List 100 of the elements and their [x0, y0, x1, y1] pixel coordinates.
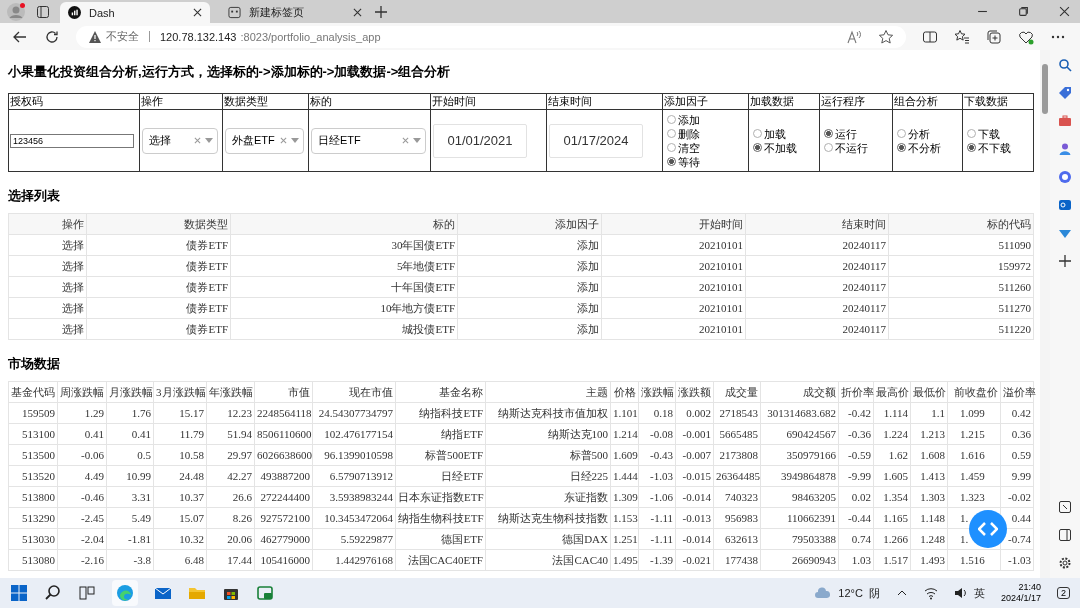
radio-button[interactable] [667, 143, 676, 152]
debug-button[interactable] [969, 510, 1007, 548]
clear-icon[interactable] [402, 137, 409, 144]
speaker-icon[interactable] [953, 586, 968, 600]
weather-condition[interactable]: 阴 [868, 585, 880, 601]
wifi-icon[interactable] [923, 586, 938, 600]
settings-icon[interactable] [1058, 556, 1072, 570]
clock-date[interactable]: 2024/1/17 [1000, 593, 1041, 604]
search-icon[interactable] [1058, 58, 1072, 72]
input-method-indicator[interactable]: 英 [973, 585, 985, 601]
radio-button[interactable] [967, 129, 976, 138]
column-header: 成交额 [760, 381, 839, 403]
browser-tab[interactable]: 新建标签页 [220, 2, 370, 23]
table-cell: -0.08 [638, 423, 676, 445]
profile-avatar-icon[interactable] [6, 1, 26, 22]
table-cell: 1.1 [910, 402, 948, 424]
table-cell: 513290 [8, 507, 58, 529]
expand-icon[interactable] [1058, 500, 1072, 514]
radio-button[interactable] [897, 143, 906, 152]
add-icon[interactable] [1058, 254, 1072, 268]
star-icon[interactable] [878, 28, 894, 45]
auth-code-field[interactable]: 123456 [10, 133, 134, 148]
table-cell: 5.59229877 [312, 528, 396, 550]
table-cell: 0.74 [838, 528, 874, 550]
radio-button[interactable] [667, 115, 676, 124]
table-cell: 301314683.682 [760, 402, 839, 424]
radio-button[interactable] [753, 129, 762, 138]
radio-button[interactable] [967, 143, 976, 152]
table-cell: 10.99 [106, 465, 154, 487]
radio-button[interactable] [897, 129, 906, 138]
browser-tab[interactable]: Dash [60, 2, 210, 23]
close-icon[interactable] [1059, 6, 1070, 17]
collections-icon[interactable] [986, 28, 1002, 45]
radio-label: 分析 [908, 126, 930, 141]
app-window-icon[interactable] [256, 584, 274, 602]
toolbox-icon[interactable] [1058, 114, 1072, 128]
search-icon[interactable] [44, 584, 62, 602]
read-aloud-icon[interactable] [846, 28, 862, 45]
close-icon[interactable] [353, 8, 362, 17]
clock-time[interactable]: 21:40 [1018, 582, 1041, 593]
table-cell: -1.03 [638, 465, 676, 487]
radio-label: 不加载 [764, 140, 797, 155]
radio-button[interactable] [667, 129, 676, 138]
scrollbar-thumb[interactable] [1042, 64, 1048, 114]
tag-icon[interactable] [1058, 86, 1072, 100]
caret-icon[interactable] [291, 138, 299, 143]
table-cell: 20210101 [601, 234, 746, 256]
browser-icon[interactable] [116, 584, 134, 602]
column-header: 下载数据 [963, 94, 1033, 110]
table-cell: 1.605 [873, 465, 911, 487]
caret-icon[interactable] [205, 138, 213, 143]
table-cell: 513030 [8, 528, 58, 550]
column-header: 加载数据 [749, 94, 819, 110]
radio-button[interactable] [753, 143, 762, 152]
table-cell: -0.015 [675, 465, 714, 487]
table-cell: 债券ETF [86, 255, 231, 277]
split-screen-icon[interactable] [922, 28, 938, 45]
caret-icon[interactable] [413, 138, 421, 143]
person-icon[interactable] [1058, 142, 1072, 156]
table-cell: 0.36 [1000, 423, 1034, 445]
date-field[interactable]: 01/01/2021 [433, 123, 527, 158]
column-header: 组合分析 [893, 94, 962, 110]
table-cell: 2248564118 [254, 402, 313, 424]
notification-badge[interactable]: 2 [1057, 587, 1070, 599]
windows-logo-icon[interactable] [10, 584, 28, 602]
table-cell: 462779000 [254, 528, 313, 550]
table-cell: 添加 [457, 276, 602, 298]
new-tab-icon[interactable] [374, 4, 388, 19]
table-cell: 5年地债ETF [230, 255, 458, 277]
circle-icon[interactable] [1058, 170, 1072, 184]
warning-icon[interactable] [88, 29, 102, 44]
table-cell: -2.04 [57, 528, 107, 550]
dropdown[interactable]: 选择 [142, 127, 218, 154]
refresh-icon[interactable] [44, 28, 60, 45]
task-view-icon[interactable] [78, 584, 96, 602]
date-field[interactable]: 01/17/2024 [549, 123, 643, 158]
radio-button[interactable] [824, 129, 833, 138]
address-field[interactable]: 不安全 120.78.132.143 :8023/portfolio_analysis_app [76, 25, 906, 48]
radio-button[interactable] [667, 157, 676, 166]
clear-icon[interactable] [280, 137, 287, 144]
favorites-icon[interactable] [954, 28, 970, 45]
dropdown[interactable]: 外盘ETF [225, 127, 304, 154]
sidebar-icon[interactable] [1058, 528, 1072, 542]
table-cell: 24.48 [153, 465, 207, 487]
restore-icon[interactable] [1018, 6, 1029, 17]
table-cell: 1.165 [873, 507, 911, 529]
close-icon[interactable] [193, 8, 202, 17]
radio-button[interactable] [824, 143, 833, 152]
table-cell: 1.114 [873, 402, 911, 424]
table-cell: 选择 [8, 234, 87, 256]
clear-icon[interactable] [194, 137, 201, 144]
dropdown[interactable]: 日经ETF [311, 127, 426, 154]
weather-temperature[interactable]: 12°C [838, 587, 863, 599]
column-header: 添加因子 [457, 213, 602, 235]
table-cell: 10.37 [153, 486, 207, 508]
tab-actions-icon[interactable] [36, 4, 50, 19]
heart-icon[interactable] [1018, 28, 1034, 45]
table-cell: 1.62 [873, 444, 911, 466]
table-cell: 493887200 [254, 465, 313, 487]
table-cell: 德国ETF [395, 528, 486, 550]
